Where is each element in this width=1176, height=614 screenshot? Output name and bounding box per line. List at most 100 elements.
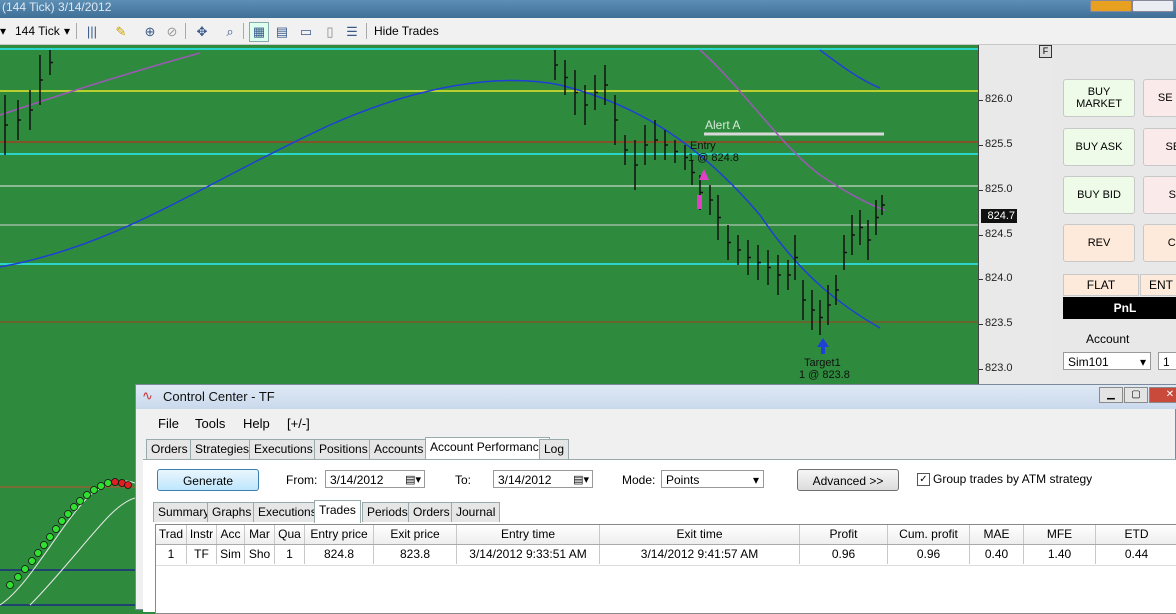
column-header[interactable]: ETD [1096,525,1176,544]
group-trades-label: Group trades by ATM strategy [933,472,1093,486]
sell-ask-button[interactable]: SELL [1143,128,1176,166]
tab-orders[interactable]: Orders [146,439,193,459]
column-header[interactable]: Cum. profit [888,525,970,544]
from-date-picker[interactable]: 3/14/2012 ▤▾ [325,470,425,488]
subtab-trades[interactable]: Trades [314,500,361,523]
menu-tools[interactable]: Tools [195,416,225,431]
chart-properties-icon[interactable]: ▭ [296,22,316,42]
tab-executions[interactable]: Executions [249,439,318,459]
account-value: Sim101 [1068,355,1109,369]
subtab-periods[interactable]: Periods [362,502,413,522]
column-header[interactable]: Entry price [305,525,374,544]
entry-fill-marker [697,195,702,209]
toolbar-separator [243,23,244,39]
indicator-dot [40,541,48,549]
hide-trades-button[interactable]: Hide Trades [374,22,439,40]
column-header[interactable]: Qua [275,525,305,544]
quantity-input[interactable]: 1 [1158,352,1176,370]
advanced-button[interactable]: Advanced >> [797,469,899,491]
close-position-button[interactable]: CLO [1143,224,1176,262]
tab-positions[interactable]: Positions [314,439,373,459]
trades-grid[interactable]: Trad Instr Acc Mar Qua Entry price Exit … [155,524,1176,614]
maximize-button[interactable] [1132,0,1174,12]
control-center-title: Control Center - TF [163,389,275,404]
subtab-orders[interactable]: Orders [408,502,455,522]
indicator-dot [97,482,105,490]
interval-dropdown-arrow[interactable]: ▾ [0,22,6,40]
price-tick-mark [979,190,983,191]
subtab-summary[interactable]: Summary [153,502,215,522]
templates-icon[interactable]: ▯ [320,22,340,42]
indicator-dot [28,557,36,565]
panel-flag-button[interactable]: F [1039,45,1052,58]
interval-selector[interactable]: 144 Tick [15,22,60,40]
column-header[interactable]: Trad [156,525,187,544]
menu-help[interactable]: Help [243,416,270,431]
column-header[interactable]: MFE [1024,525,1096,544]
sell-bid-button[interactable]: SEL [1143,176,1176,214]
column-header[interactable]: Exit time [600,525,800,544]
chart-trader-icon[interactable]: ▦ [249,22,269,42]
indicator-dot [21,565,29,573]
window-maximize-button[interactable]: ▢ [1124,387,1148,403]
add-indicator-icon[interactable]: ⊕ [140,22,160,42]
price-chart[interactable]: Alert A Entry 1 @ 824.8 Target1 1 @ 823.… [0,45,978,385]
buy-ask-button[interactable]: BUY ASK [1063,128,1135,166]
column-header[interactable]: MAE [970,525,1024,544]
window-minimize-button[interactable]: ▁ [1099,387,1123,403]
buy-market-button[interactable]: BUY MARKET [1063,79,1135,117]
market-position-cell: Sho [245,545,275,564]
menu-expand[interactable]: [+/-] [287,416,310,431]
sell-market-button[interactable]: SE MAR [1143,79,1176,117]
account-label: Account [1086,332,1130,346]
account-select[interactable]: Sim101 ▾ [1063,352,1151,370]
toolbar-separator [366,23,367,39]
column-header[interactable]: Exit price [374,525,457,544]
alert-label: Alert A [705,118,741,132]
buy-bid-button[interactable]: BUY BID [1063,176,1135,214]
menu-bar: File Tools Help [+/-] [143,413,1176,435]
to-date-picker[interactable]: 3/14/2012 ▤▾ [493,470,593,488]
column-header[interactable]: Acc [217,525,245,544]
strategies-icon[interactable]: ☰ [342,22,362,42]
chevron-down-icon: ▾ [1139,355,1146,369]
generate-button[interactable]: Generate [157,469,259,491]
data-box-icon[interactable]: ▤ [272,22,292,42]
account-performance-panel: Generate From: 3/14/2012 ▤▾ To: 3/14/201… [143,459,1176,614]
chevron-down-icon: ▾ [752,473,759,487]
pencil-draw-icon[interactable]: ✎ [111,22,131,42]
tab-strategies[interactable]: Strategies [190,439,255,459]
control-center-title-bar[interactable]: ∿ Control Center - TF ▁ ▢ ✕ [136,385,1176,409]
minimize-button[interactable] [1090,0,1132,12]
menu-file[interactable]: File [158,416,179,431]
subtab-graphs[interactable]: Graphs [207,502,257,522]
indicator-dot [64,510,72,518]
window-close-button[interactable]: ✕ [1149,387,1176,403]
column-header[interactable]: Mar [245,525,275,544]
subtab-executions[interactable]: Executions [253,502,322,522]
crosshair-icon[interactable]: ✥ [192,22,212,42]
price-tick-mark [979,235,983,236]
tab-accounts[interactable]: Accounts [369,439,429,459]
table-row[interactable]: 1 TF Sim Sho 1 824.8 823.8 3/14/2012 9:3… [156,545,1176,566]
tab-log[interactable]: Log [539,439,570,459]
mode-select[interactable]: Points ▾ [661,470,764,488]
interval-dropdown-icon[interactable]: ▾ [64,22,70,40]
subtab-journal[interactable]: Journal [451,502,501,522]
column-header[interactable]: Profit [800,525,888,544]
indicator-panel[interactable] [0,465,135,610]
indicator-dot [111,478,119,486]
group-trades-checkbox[interactable]: ✓ [917,473,930,486]
remove-indicator-icon[interactable]: ⊘ [162,22,182,42]
bar-type-icon[interactable]: ||| [82,22,102,42]
reverse-button[interactable]: REV [1063,224,1135,262]
column-header[interactable]: Entry time [457,525,600,544]
blue-moving-average [819,49,881,89]
column-header[interactable]: Instr [187,525,217,544]
zoom-icon[interactable]: ⌕ [220,22,240,42]
indicator-canvas [0,478,135,606]
price-tick: 826.0 [985,93,1013,105]
indicator-dot [46,533,54,541]
tab-account-performance[interactable]: Account Performance [425,437,551,460]
calendar-icon: ▤▾ [405,474,421,486]
